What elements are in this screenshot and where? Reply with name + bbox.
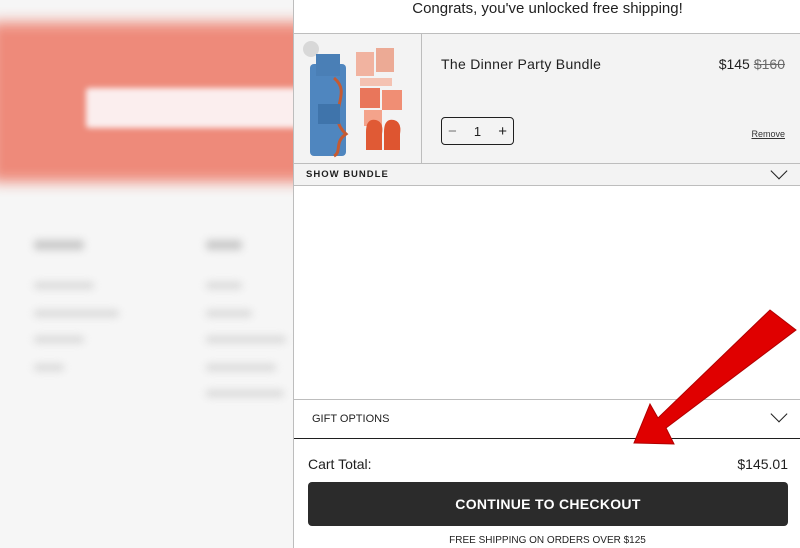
chevron-down-icon: [770, 162, 788, 180]
background-page: [0, 0, 294, 548]
background-footer-links: [0, 0, 294, 548]
decrease-quantity-button[interactable]: −: [448, 124, 457, 139]
continue-to-checkout-button[interactable]: CONTINUE TO CHECKOUT: [308, 482, 788, 526]
current-price: $145: [718, 56, 750, 72]
cart-total-value: $145.01: [737, 456, 788, 472]
increase-quantity-button[interactable]: +: [498, 124, 507, 139]
dinner-party-bundle-image: [303, 41, 402, 158]
cart-total-label: Cart Total:: [308, 456, 372, 472]
gift-options-label: GIFT OPTIONS: [312, 413, 390, 425]
show-bundle-label: SHOW BUNDLE: [306, 169, 389, 180]
original-price: $160: [753, 56, 785, 72]
red-arrow-annotation: [633, 309, 797, 445]
quantity-value[interactable]: 1: [474, 124, 481, 139]
product-title[interactable]: The Dinner Party Bundle: [441, 56, 601, 72]
free-shipping-banner: Congrats, you've unlocked free shipping!: [294, 0, 800, 34]
quantity-stepper: − 1 +: [441, 117, 514, 145]
cart-drawer: Congrats, you've unlocked free shipping!: [293, 0, 800, 548]
cart-item: The Dinner Party Bundle $145 $160 − 1 + R…: [294, 34, 800, 164]
show-bundle-toggle[interactable]: SHOW BUNDLE: [294, 162, 800, 186]
free-shipping-note: FREE SHIPPING ON ORDERS OVER $125: [449, 535, 646, 546]
remove-item-link[interactable]: Remove: [751, 129, 785, 139]
product-price: $145 $160: [719, 56, 785, 72]
product-thumbnail[interactable]: [294, 34, 422, 163]
